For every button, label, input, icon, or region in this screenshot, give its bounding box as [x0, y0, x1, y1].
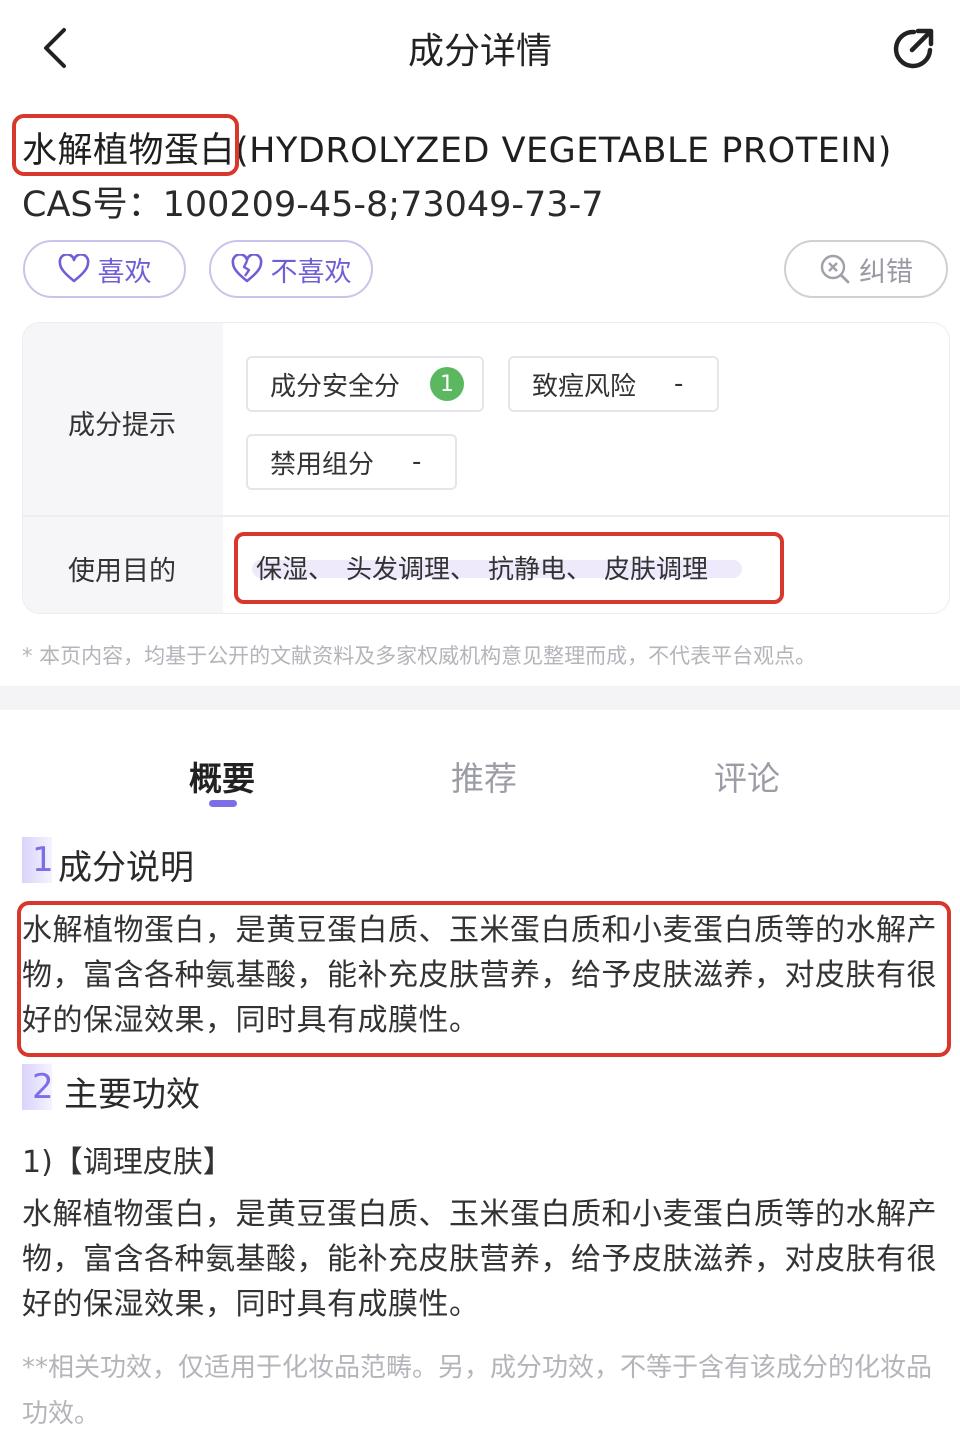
share-icon[interactable]	[890, 24, 938, 72]
section-number: 2	[32, 1067, 54, 1107]
ingredient-name-en: (HYDROLYZED VEGETABLE PROTEIN)	[235, 131, 892, 171]
acne-risk-value: -	[674, 369, 684, 399]
section-title: 主要功效	[64, 1075, 200, 1115]
purpose-label: 使用目的	[68, 556, 176, 587]
like-label: 喜欢	[97, 256, 152, 288]
safety-score-badge: 1	[430, 367, 464, 401]
highlight-box-purpose	[234, 532, 784, 604]
like-button[interactable]: 喜欢	[23, 240, 186, 298]
tab-comments[interactable]: 评论	[714, 752, 780, 800]
tab-overview[interactable]: 概要	[189, 752, 255, 800]
heart-icon	[58, 254, 89, 283]
section-number: 1	[32, 840, 54, 880]
correct-button[interactable]: 纠错	[784, 240, 948, 298]
effect-description: 水解植物蛋白，是黄豆蛋白质、玉米蛋白质和小麦蛋白质等的水解产物，富含各种氨基酸，…	[22, 1197, 937, 1322]
safety-score-label: 成分安全分	[270, 371, 401, 402]
banned-component-label: 禁用组分	[270, 449, 375, 480]
section-title: 成分说明	[58, 848, 194, 888]
dislike-label: 不喜欢	[270, 256, 352, 288]
cas-value: 100209-45-8;73049-73-7	[162, 185, 604, 225]
cas-number: CAS号：100209-45-8;73049-73-7	[22, 176, 603, 227]
highlight-box-description	[17, 901, 951, 1057]
correct-label: 纠错	[859, 256, 913, 288]
acne-risk-label: 致痘风险	[532, 371, 637, 402]
dislike-button[interactable]: 不喜欢	[209, 240, 373, 298]
page-title: 成分详情	[407, 31, 552, 72]
disclaimer-text: * 本页内容，均基于公开的文献资料及多家权威机构意见整理而成，不代表平台观点。	[22, 644, 817, 668]
tab-recommend[interactable]: 推荐	[451, 752, 517, 800]
banned-component-value: -	[412, 447, 422, 477]
card-divider	[23, 515, 949, 517]
section-separator	[0, 686, 960, 710]
acne-risk-tag[interactable]: 致痘风险 -	[508, 356, 719, 412]
cas-label: CAS号：	[22, 185, 163, 225]
tab-active-indicator	[209, 800, 237, 807]
effect-note: **相关功效，仅适用于化妆品范畴。另，成分功效，不等于含有该成分的化妆品功效。	[22, 1353, 933, 1429]
correct-icon	[820, 254, 850, 284]
safety-score-tag[interactable]: 成分安全分 1	[246, 356, 484, 412]
effect-subheading: 1)【调理皮肤】	[22, 1145, 233, 1180]
hint-label: 成分提示	[68, 410, 176, 441]
broken-heart-icon	[231, 254, 262, 283]
highlight-box-name	[12, 114, 239, 176]
banned-component-tag[interactable]: 禁用组分 -	[246, 434, 457, 490]
